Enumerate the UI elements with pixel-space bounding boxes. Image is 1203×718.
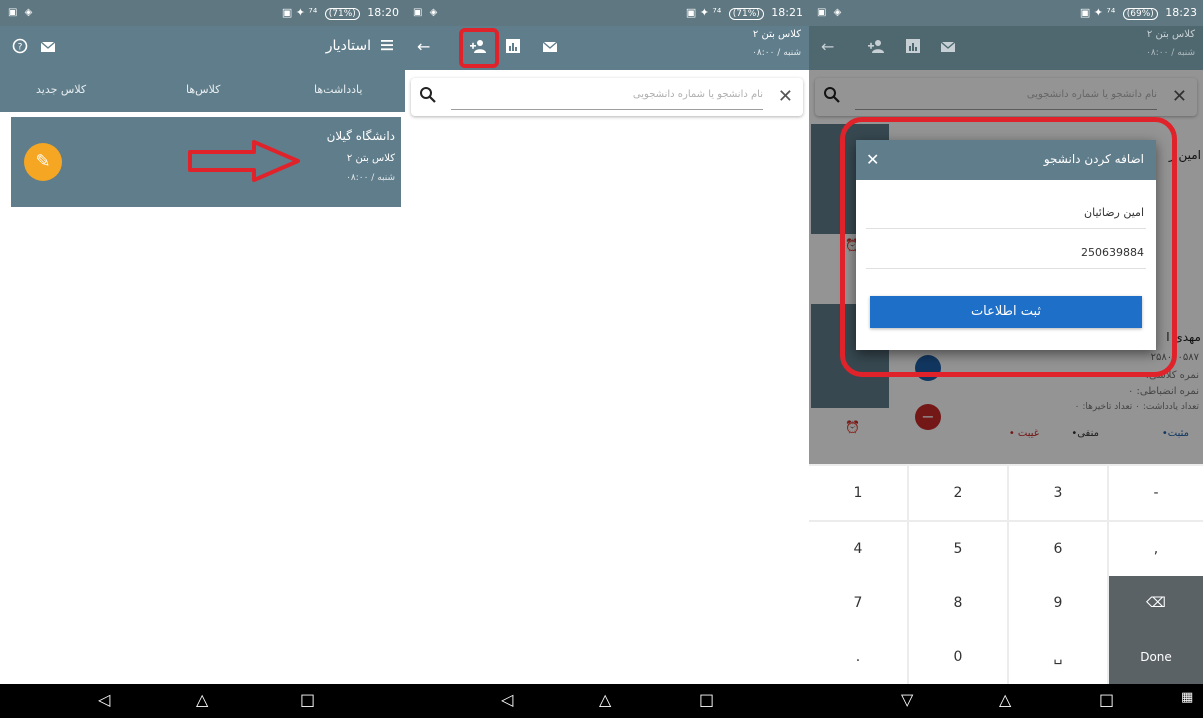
status-bar: ▣ ◈ ▣ ✦ ⁷⁴ (71%) 18:21 — [405, 0, 809, 26]
back-arrow-icon[interactable]: ← — [821, 37, 834, 56]
status-notification-icons: ▣ ◈ — [817, 7, 844, 18]
recents-nav-icon[interactable]: □ — [300, 690, 315, 709]
space-key[interactable]: ␣ — [1009, 630, 1107, 684]
search-bar[interactable]: نام دانشجو یا شماره دانشجویی ✕ — [411, 78, 803, 116]
recents-nav-icon[interactable]: □ — [699, 690, 714, 709]
hide-keyboard-icon[interactable]: ▽ — [901, 690, 913, 709]
screen-class-detail: ▣ ◈ ▣ ✦ ⁷⁴ (71%) 18:21 ← کلاس بتن ۲ شنبه… — [405, 0, 809, 718]
search-icon[interactable] — [419, 86, 437, 109]
key-4[interactable]: 4 — [809, 522, 907, 576]
status-icons: ▣ ✦ ⁷⁴ — [281, 6, 318, 19]
arrow-annotation — [188, 140, 300, 182]
class-name: کلاس بتن ۲ — [752, 29, 801, 40]
menu-icon[interactable] — [379, 37, 395, 57]
screen-class-list: ▣ ◈ ▣ ✦ ⁷⁴ (71%) 18:20 ? استادیار کلاس ج… — [0, 0, 405, 718]
status-system-info: ▣ ✦ ⁷⁴ (69%) 18:23 — [1080, 6, 1197, 20]
status-time: 18:21 — [771, 6, 803, 19]
status-bar: ▣ ◈ ▣ ✦ ⁷⁴ (69%) 18:23 — [809, 0, 1203, 26]
backspace-icon[interactable]: ⌫ — [1109, 576, 1203, 630]
back-arrow-icon[interactable]: ← — [417, 37, 430, 56]
search-input[interactable]: نام دانشجو یا شماره دانشجویی — [633, 89, 763, 100]
app-bar: ← کلاس بتن ۲ شنبه / ۰۸:۰۰ — [809, 26, 1203, 70]
key-period[interactable]: . — [809, 630, 907, 684]
add-student-highlight — [459, 28, 499, 68]
app-bar: ? استادیار — [0, 26, 405, 70]
tab-classes[interactable]: کلاس‌ها — [186, 83, 220, 96]
home-nav-icon[interactable]: △ — [599, 690, 611, 709]
tab-notes[interactable]: یادداشت‌ها — [314, 83, 362, 96]
key-0[interactable]: 0 — [909, 630, 1007, 684]
back-nav-icon[interactable]: ◁ — [98, 690, 110, 709]
edit-icon[interactable]: ✎ — [24, 143, 62, 181]
status-time: 18:20 — [367, 6, 399, 19]
key-2[interactable]: 2 — [909, 466, 1007, 520]
status-icons: ▣ ✦ ⁷⁴ — [1079, 6, 1116, 19]
help-icon[interactable]: ? — [12, 38, 28, 58]
add-student-icon[interactable] — [867, 38, 885, 57]
battery-indicator: (69%) — [1122, 8, 1158, 20]
key-minus[interactable]: - — [1109, 466, 1203, 520]
class-card-schedule: شنبه / ۰۸:۰۰ — [346, 173, 395, 183]
search-underline — [451, 109, 763, 110]
status-icons: ▣ ✦ ⁷⁴ — [685, 6, 722, 19]
key-6[interactable]: 6 — [1009, 522, 1107, 576]
numeric-keyboard: 1 2 3 - 4 5 6 , 7 8 9 ⌫ . 0 ␣ Done — [809, 464, 1203, 684]
home-nav-icon[interactable]: △ — [196, 690, 208, 709]
back-nav-icon[interactable]: ◁ — [501, 690, 513, 709]
class-card-title: دانشگاه گیلان — [326, 129, 395, 143]
status-system-info: ▣ ✦ ⁷⁴ (71%) 18:21 — [686, 6, 803, 20]
nav-bar: ◁ △ □ — [405, 684, 809, 718]
key-7[interactable]: 7 — [809, 576, 907, 630]
nav-bar: ◁ △ □ — [0, 684, 405, 718]
key-8[interactable]: 8 — [909, 576, 1007, 630]
mail-icon[interactable] — [40, 39, 56, 58]
tab-new-class[interactable]: کلاس جدید — [36, 83, 86, 96]
home-nav-icon[interactable]: △ — [999, 690, 1011, 709]
dialog-highlight — [840, 117, 1177, 377]
done-button[interactable]: Done — [1109, 630, 1203, 684]
status-notification-icons: ▣ ◈ — [413, 7, 440, 18]
screen-add-student: ▣ ◈ ▣ ✦ ⁷⁴ (69%) 18:23 ← کلاس بتن ۲ شنبه… — [809, 0, 1203, 718]
status-bar: ▣ ◈ ▣ ✦ ⁷⁴ (71%) 18:20 — [0, 0, 405, 26]
status-system-info: ▣ ✦ ⁷⁴ (71%) 18:20 — [282, 6, 399, 20]
mail-icon[interactable] — [940, 39, 956, 58]
key-9[interactable]: 9 — [1009, 576, 1107, 630]
app-title: استادیار — [325, 38, 371, 54]
keyboard-switch-icon[interactable]: ▦ — [1181, 690, 1193, 705]
class-schedule: شنبه / ۰۸:۰۰ — [1146, 48, 1195, 58]
class-card-subtitle: کلاس بتن ۲ — [346, 153, 395, 164]
status-time: 18:23 — [1165, 6, 1197, 19]
report-icon[interactable] — [506, 38, 520, 57]
key-3[interactable]: 3 — [1009, 466, 1107, 520]
class-schedule: شنبه / ۰۸:۰۰ — [752, 48, 801, 58]
key-comma[interactable]: , — [1109, 522, 1203, 576]
nav-bar: ▽ △ □ ▦ — [809, 684, 1203, 718]
battery-indicator: (71%) — [728, 8, 764, 20]
report-icon[interactable] — [906, 38, 920, 57]
key-5[interactable]: 5 — [909, 522, 1007, 576]
close-icon[interactable]: ✕ — [778, 86, 793, 107]
class-name: کلاس بتن ۲ — [1146, 29, 1195, 40]
key-1[interactable]: 1 — [809, 466, 907, 520]
status-notification-icons: ▣ ◈ — [8, 7, 35, 18]
mail-icon[interactable] — [542, 39, 558, 58]
battery-indicator: (71%) — [324, 8, 360, 20]
tab-bar: کلاس جدید کلاس‌ها یادداشت‌ها — [0, 70, 405, 112]
recents-nav-icon[interactable]: □ — [1099, 690, 1114, 709]
svg-text:?: ? — [18, 43, 23, 53]
